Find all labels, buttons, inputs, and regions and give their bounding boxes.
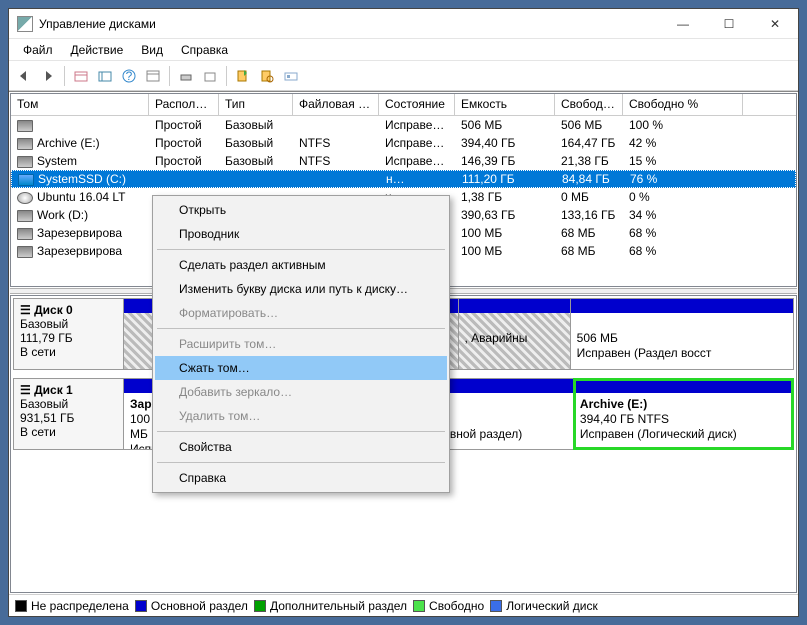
menubar: Файл Действие Вид Справка [9,39,798,61]
col-filesystem[interactable]: Файловая с… [293,94,379,115]
app-icon [17,16,33,32]
col-freepct[interactable]: Свободно % [623,94,743,115]
col-layout[interactable]: Располо… [149,94,219,115]
part-header-icon [571,299,793,313]
volume-icon [17,228,33,240]
legend-primary-icon [135,600,147,612]
tb-icon-3[interactable] [142,65,164,87]
column-headers: Том Располо… Тип Файловая с… Состояние Е… [11,94,796,116]
tb-icon-4[interactable] [175,65,197,87]
volume-row[interactable]: SystemSSD (C:)н…111,20 ГБ84,84 ГБ76 % [11,170,796,188]
window-title: Управление дисками [39,17,660,31]
tb-icon-6[interactable] [232,65,254,87]
legend: Не распределена Основной раздел Дополнит… [9,594,798,616]
volume-row[interactable]: SystemПростойБазовыйNTFSИсправен…146,39 … [11,152,796,170]
ctx-explorer[interactable]: Проводник [155,222,447,246]
volume-icon [18,174,34,186]
back-button[interactable] [13,65,35,87]
ctx-shrink[interactable]: Сжать том… [155,356,447,380]
window-buttons: — ☐ ✕ [660,9,798,38]
ctx-props[interactable]: Свойства [155,435,447,459]
svg-text:?: ? [126,69,133,83]
volume-icon [17,246,33,258]
part-header-icon [459,299,570,313]
ctx-make-active[interactable]: Сделать раздел активным [155,253,447,277]
ctx-help[interactable]: Справка [155,466,447,490]
volume-icon [17,210,33,222]
ctx-format[interactable]: Форматировать… [155,301,447,325]
ctx-change-letter[interactable]: Изменить букву диска или путь к диску… [155,277,447,301]
legend-unalloc-icon [15,600,27,612]
minimize-button[interactable]: — [660,9,706,38]
menu-help[interactable]: Справка [173,41,236,59]
col-capacity[interactable]: Емкость [455,94,555,115]
ctx-open[interactable]: Открыть [155,198,447,222]
tb-icon-8[interactable] [280,65,302,87]
disk1-size: 931,51 ГБ [20,411,117,425]
col-type[interactable]: Тип [219,94,293,115]
context-menu: Открыть Проводник Сделать раздел активны… [152,195,450,493]
disk0-label: Диск 0 [34,303,73,317]
disk1-type: Базовый [20,397,117,411]
disk1-info[interactable]: ☰ Диск 1 Базовый 931,51 ГБ В сети [14,379,124,449]
workarea: Том Располо… Тип Файловая с… Состояние Е… [9,91,798,616]
legend-free-icon [413,600,425,612]
close-button[interactable]: ✕ [752,9,798,38]
ctx-mirror[interactable]: Добавить зеркало… [155,380,447,404]
volume-row[interactable]: ПростойБазовыйИсправен…506 МБ506 МБ100 % [11,116,796,134]
volume-icon [17,192,33,204]
toolbar: ? [9,61,798,91]
ctx-extend[interactable]: Расширить том… [155,332,447,356]
disk0-info[interactable]: ☰ Диск 0 Базовый 111,79 ГБ В сети [14,299,124,369]
disk1-status: В сети [20,425,117,439]
disk0-size: 111,79 ГБ [20,331,117,345]
volume-row[interactable]: Archive (E:)ПростойБазовыйNTFSИсправен…3… [11,134,796,152]
disk-mgmt-window: Управление дисками — ☐ ✕ Файл Действие В… [8,8,799,617]
volume-icon [17,120,33,132]
titlebar[interactable]: Управление дисками — ☐ ✕ [9,9,798,39]
volume-icon [17,138,33,150]
menu-view[interactable]: Вид [133,41,171,59]
volume-icon [17,156,33,168]
tb-icon-1[interactable] [70,65,92,87]
forward-button[interactable] [37,65,59,87]
disk0-part2[interactable]: , Аварийны [459,299,571,369]
col-volume[interactable]: Том [11,94,149,115]
tb-icon-2[interactable] [94,65,116,87]
disk0-status: В сети [20,345,117,359]
disk0-type: Базовый [20,317,117,331]
menu-action[interactable]: Действие [63,41,132,59]
disk1-label: Диск 1 [34,383,73,397]
ctx-delete[interactable]: Удалить том… [155,404,447,428]
part-header-icon [574,379,793,393]
disk0-part3[interactable]: 506 МБИсправен (Раздел восст [571,299,793,369]
menu-file[interactable]: Файл [15,41,61,59]
help-icon[interactable]: ? [118,65,140,87]
tb-icon-5[interactable] [199,65,221,87]
col-status[interactable]: Состояние [379,94,455,115]
legend-logical-icon [490,600,502,612]
col-free[interactable]: Свобод… [555,94,623,115]
disk1-part4[interactable]: Archive (E:)394,40 ГБ NTFSИсправен (Логи… [574,379,793,449]
legend-extended-icon [254,600,266,612]
tb-icon-7[interactable] [256,65,278,87]
maximize-button[interactable]: ☐ [706,9,752,38]
